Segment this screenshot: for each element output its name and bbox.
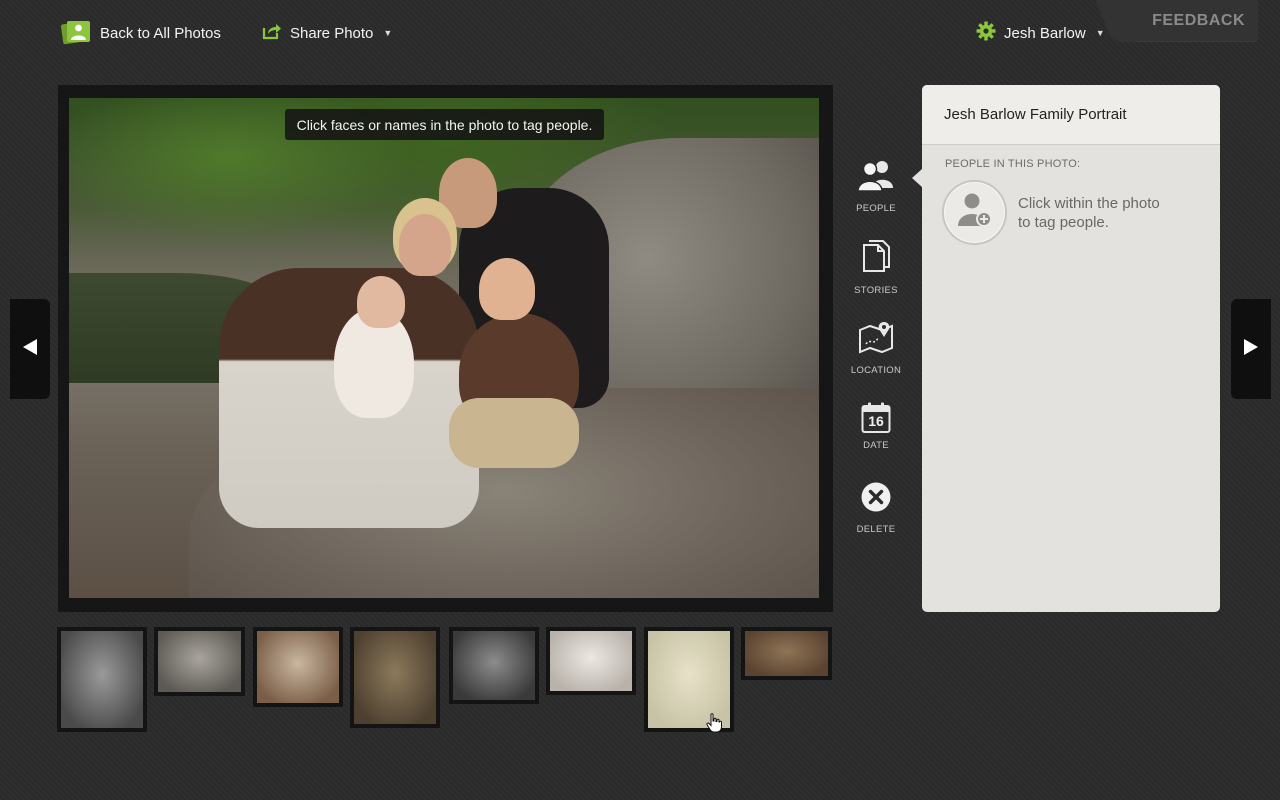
people-icon [857,158,895,197]
delete-tool-label: DELETE [856,524,896,535]
location-tool-label: LOCATION [850,365,902,376]
people-panel: Jesh Barlow Family Portrait PEOPLE IN TH… [912,85,1220,612]
filmstrip-thumbnail[interactable] [57,627,147,732]
gear-icon [976,21,996,45]
user-menu[interactable]: Jesh Barlow ▼ [976,18,1105,48]
stories-icon [861,240,891,279]
photo-frame [58,85,833,612]
thumbnail-image [61,631,143,728]
photo-person-face[interactable] [439,158,497,228]
location-tool-button[interactable]: LOCATION [846,320,906,376]
thumbnail-image [158,631,241,692]
share-icon [262,22,282,44]
date-tool-label: DATE [863,440,889,451]
stories-tool-label: STORIES [854,285,898,296]
filmstrip-thumbnail[interactable] [546,627,636,695]
tag-prompt-text: Click within the photo to tag people. [1018,194,1188,232]
photo-person-face[interactable] [479,258,535,320]
previous-photo-button[interactable] [10,299,50,399]
share-photo-menu[interactable]: Share Photo ▼ [262,18,392,48]
caret-down-icon: ▼ [1095,28,1105,38]
people-heading: PEOPLE IN THIS PHOTO: [945,158,1081,170]
next-photo-button[interactable] [1231,299,1271,399]
people-tool-label: PEOPLE [856,203,896,214]
back-to-all-photos-link[interactable]: Back to All Photos [60,18,221,48]
photo-person[interactable] [449,398,579,468]
filmstrip-thumbnail[interactable] [350,627,440,728]
thumbnail-image [453,631,535,700]
stories-tool-button[interactable]: STORIES [846,240,906,296]
main-photo[interactable] [69,98,819,598]
thumbnail-image [550,631,632,691]
hand-cursor-icon [706,713,722,738]
thumbnail-image [257,631,339,703]
filmstrip-thumbnail[interactable] [449,627,539,704]
share-photo-label: Share Photo [290,24,374,42]
filmstrip-thumbnail[interactable] [154,627,245,696]
feedback-label: FEEDBACK [1152,12,1245,29]
date-tool-button[interactable]: 16 DATE [846,402,906,451]
caret-down-icon: ▼ [383,28,393,38]
triangle-right-icon [1243,338,1259,361]
filmstrip-thumbnail[interactable] [741,627,832,680]
photo-person-face[interactable] [399,214,451,276]
add-person-icon [956,190,994,235]
calendar-icon: 16 [861,402,891,434]
user-name: Jesh Barlow [1004,24,1086,42]
tag-prompt-line: to tag people. [1018,213,1109,231]
back-link-label: Back to All Photos [100,24,221,42]
tag-prompt-line: Click within the photo [1018,194,1160,212]
calendar-day: 16 [868,413,884,429]
tag-person-prompt[interactable]: Click within the photo to tag people. [942,180,1220,245]
filmstrip-thumbnail[interactable] [253,627,343,707]
close-circle-icon [860,481,892,518]
add-person-avatar[interactable] [942,180,1007,245]
map-pin-icon [858,320,894,359]
photo-person-face[interactable] [357,276,405,328]
thumbnail-image [354,631,436,724]
delete-tool-button[interactable]: DELETE [846,481,906,535]
triangle-left-icon [22,338,38,361]
photos-icon [60,17,92,49]
people-tool-button[interactable]: PEOPLE [846,158,906,214]
feedback-tab[interactable]: FEEDBACK [1112,0,1258,42]
tag-hint-tooltip: Click faces or names in the photo to tag… [285,109,604,140]
photo-title[interactable]: Jesh Barlow Family Portrait [922,85,1220,145]
thumbnail-image [745,631,828,676]
